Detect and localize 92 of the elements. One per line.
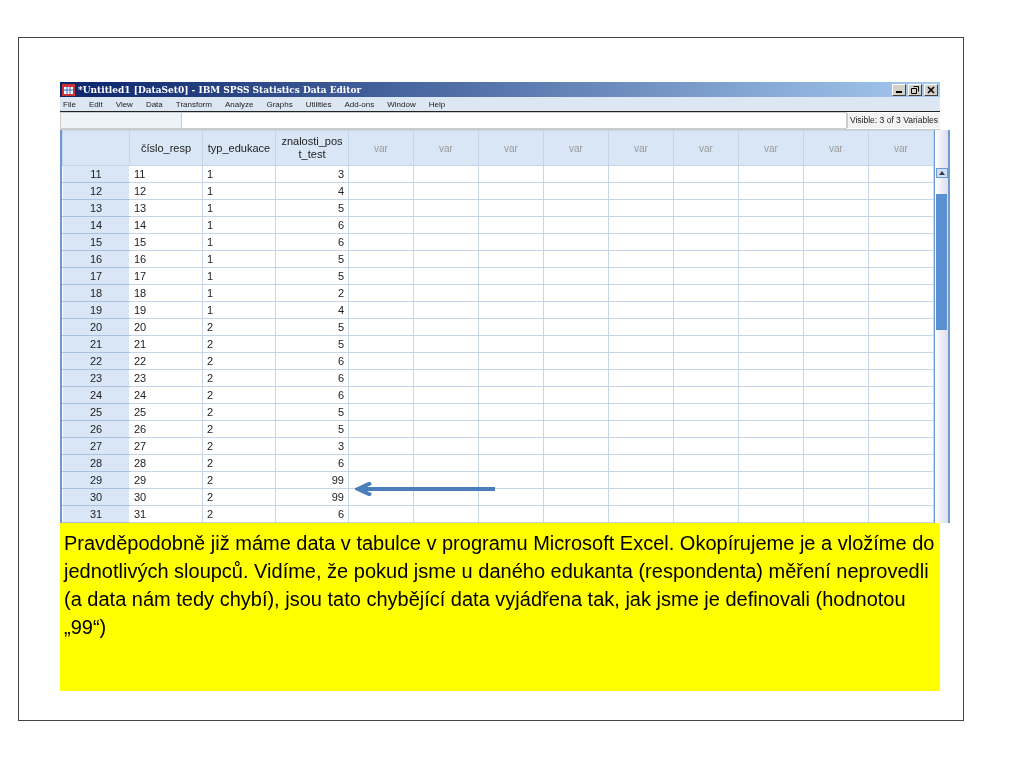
column-header[interactable]: typ_edukace [202,130,276,166]
table-cell: 5 [275,420,349,438]
caption-text: Pravděpodobně již máme data v tabulce v programu Microsoft Excel. Okopírujeme je a vložíme do jednotlivých sloupců. Vidíme, že pokud jsme u daného edukanta (respondenta) měření neprovedli (a data nám tedy chybí), jsou tato chybějící data vyjádřena tak, jak jsme je definovali (hodnotou „99“) [60,523,940,691]
scrollbar-thumb[interactable] [936,194,947,330]
table-cell: 6 [275,233,349,251]
scroll-up-icon[interactable] [936,168,948,178]
table-cell: 17 [129,267,203,285]
table-cell: 27 [129,437,203,455]
table-cell: 6 [275,454,349,472]
menu-item[interactable]: Transform [175,99,212,109]
menu-item[interactable]: Data [145,99,163,109]
table-cell: 19 [129,301,203,319]
table-cell: 5 [275,267,349,285]
table-cell: 99 [275,488,349,506]
table-cell: 2 [202,488,276,506]
minimize-button[interactable] [892,83,906,96]
table-cell: 2 [202,369,276,387]
table-cell: 1 [202,199,276,217]
table-cell: 2 [202,471,276,489]
table-cell: 25 [129,403,203,421]
close-button[interactable] [924,83,938,96]
table-cell: 2 [202,437,276,455]
table-cell: 11 [129,165,203,183]
table-cell: 12 [129,182,203,200]
table-cell: 2 [275,284,349,302]
table-cell: 23 [129,369,203,387]
menu-item[interactable]: Utilities [305,99,332,109]
table-cell: 28 [129,454,203,472]
table-cell: 5 [275,335,349,353]
cell-value-field[interactable] [182,112,847,129]
table-cell: 22 [129,352,203,370]
table-cell: 4 [275,182,349,200]
cell-reference-field[interactable] [60,112,182,129]
table-cell: 16 [129,250,203,268]
column-header[interactable]: znalosti_post_test [275,130,349,166]
menu-item[interactable]: Graphs [266,99,293,109]
column-header[interactable]: číslo_resp [129,130,203,166]
restore-button[interactable] [908,83,922,96]
table-cell: 6 [275,352,349,370]
table-cell: 5 [275,199,349,217]
table-cell: 31 [129,505,203,523]
close-icon [927,85,935,94]
table-cell: 6 [275,216,349,234]
table-cell: 6 [275,505,349,523]
table-cell: 2 [202,352,276,370]
table-cell: 1 [202,233,276,251]
table-cell: 99 [275,471,349,489]
table-cell: 24 [129,386,203,404]
menu-item[interactable]: Help [428,99,446,109]
table-cell: 5 [275,250,349,268]
table-cell: 3 [275,437,349,455]
table-cell: 1 [202,165,276,183]
table-cell: 14 [129,216,203,234]
table-cell: 2 [202,420,276,438]
menu-item[interactable]: Edit [88,99,103,109]
corner-cell [62,130,130,166]
vertical-scrollbar[interactable] [934,130,950,523]
table-cell: 1 [202,284,276,302]
window-title: *Untitled1 [DataSet0] - IBM SPSS Statistics Data Editor [78,84,362,95]
menu-item[interactable]: Window [387,99,416,109]
table-cell: 15 [129,233,203,251]
table-cell: 2 [202,386,276,404]
table-cell: 1 [202,301,276,319]
table-cell: 5 [275,318,349,336]
table-cell: 6 [275,386,349,404]
table-cell: 2 [202,335,276,353]
table-cell: 21 [129,335,203,353]
table-cell: 4 [275,301,349,319]
table-cell: 30 [129,488,203,506]
table-cell: 1 [202,267,276,285]
restore-icon [911,85,919,94]
table-cell: 1 [202,250,276,268]
table-cell: 20 [129,318,203,336]
menu-item[interactable]: File [63,99,76,109]
table-cell: 3 [275,165,349,183]
table-cell: 2 [202,454,276,472]
table-cell: 18 [129,284,203,302]
table-cell: 29 [129,471,203,489]
table-cell: 1 [202,216,276,234]
table-cell: 6 [275,369,349,387]
table-cell: 26 [129,420,203,438]
table-cell: 5 [275,403,349,421]
visible-variables-label: Visible: 3 of 3 Variables [846,113,940,128]
table-cell: 2 [202,403,276,421]
menu-item[interactable]: Add-ons [344,99,375,109]
table-cell: 1 [202,182,276,200]
menu-item[interactable]: Analyze [224,99,254,109]
table-cell: 13 [129,199,203,217]
menu-item[interactable]: View [115,99,133,109]
app-icon [62,83,75,96]
table-cell: 2 [202,318,276,336]
table-cell: 2 [202,505,276,523]
